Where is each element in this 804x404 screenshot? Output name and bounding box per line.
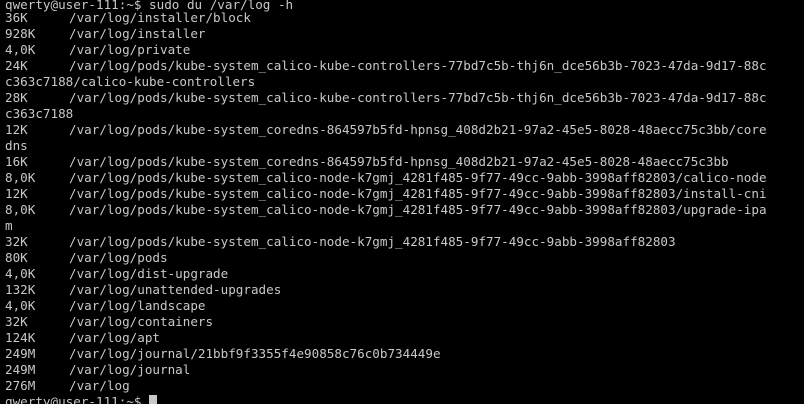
output-line: 12K/var/log/pods/kube-system_calico-node… [5,186,804,202]
size-value: 32K [5,234,28,249]
output-line: 249M/var/log/journal/21bbf9f3355f4e90858… [5,346,804,362]
output-line-wrap: m [5,218,804,234]
terminal-window[interactable]: qwerty@user-111:~$ sudo du /var/log -h 3… [0,0,804,404]
size-value: 28K [5,90,28,105]
output-line: 132K/var/log/unattended-upgrades [5,282,804,298]
path-wrap-text: dns [5,138,28,153]
path-text: /var/log/private [69,42,191,57]
output-line: 8,0K/var/log/pods/kube-system_calico-nod… [5,202,804,218]
path-text: /var/log/pods/kube-system_calico-node-k7… [69,202,767,217]
output-line-wrap: dns [5,138,804,154]
path-text: /var/log [69,378,130,393]
path-text: /var/log/journal/21bbf9f3355f4e90858c76c… [69,346,441,361]
path-text: /var/log/journal [69,362,191,377]
size-value: 12K [5,186,28,201]
path-wrap-text: c363c7188 [5,106,74,121]
size-value: 132K [5,282,36,297]
path-text: /var/log/pods/kube-system_calico-node-k7… [69,186,767,201]
output-line: 4,0K/var/log/private [5,42,804,58]
size-value: 4,0K [5,266,36,281]
path-text: /var/log/pods/kube-system_coredns-864597… [69,122,767,137]
path-text: /var/log/landscape [69,298,206,313]
output-line: 32K/var/log/pods/kube-system_calico-node… [5,234,804,250]
path-text: /var/log/unattended-upgrades [69,282,282,297]
size-value: 36K [5,10,28,25]
size-value: 24K [5,58,28,73]
size-value: 8,0K [5,170,36,185]
size-value: 928K [5,26,36,41]
output-line: 276M/var/log [5,378,804,394]
text-cursor [149,395,158,404]
output-line: 12K/var/log/pods/kube-system_coredns-864… [5,122,804,138]
size-value: 249M [5,346,36,361]
path-text: /var/log/pods/kube-system_calico-node-k7… [69,170,767,185]
output-line: 32K/var/log/containers [5,314,804,330]
path-text: /var/log/pods/kube-system_coredns-864597… [69,154,729,169]
trailing-prompt-line[interactable]: qwerty@user-111:~$ [5,394,804,404]
size-value: 80K [5,250,28,265]
size-value: 8,0K [5,202,36,217]
output-line: 4,0K/var/log/landscape [5,298,804,314]
path-text: /var/log/pods [69,250,168,265]
size-value: 16K [5,154,28,169]
size-value: 32K [5,314,28,329]
path-text: /var/log/apt [69,330,160,345]
command-output: 36K/var/log/installer/block 928K/var/log/… [5,10,804,394]
path-wrap-text: m [5,218,13,233]
path-text: /var/log/dist-upgrade [69,266,229,281]
path-text: /var/log/installer [69,26,206,41]
path-text: /var/log/pods/kube-system_calico-kube-co… [69,58,767,73]
path-text: /var/log/pods/kube-system_calico-node-k7… [69,234,676,249]
path-text: /var/log/installer/block [69,10,251,25]
size-value: 4,0K [5,42,36,57]
path-text: /var/log/containers [69,314,214,329]
size-value: 249M [5,362,36,377]
size-value: 4,0K [5,298,36,313]
output-line-wrap: c363c7188 [5,106,804,122]
output-line: 36K/var/log/installer/block [5,10,804,26]
size-value: 124K [5,330,36,345]
path-wrap-text: c363c7188/calico-kube-controllers [5,74,256,89]
size-value: 12K [5,122,28,137]
output-line: 249M/var/log/journal [5,362,804,378]
output-line: 4,0K/var/log/dist-upgrade [5,266,804,282]
output-line: 28K/var/log/pods/kube-system_calico-kube… [5,90,804,106]
size-value: 276M [5,378,36,393]
output-line: 16K/var/log/pods/kube-system_coredns-864… [5,154,804,170]
output-line: 928K/var/log/installer [5,26,804,42]
output-line: 124K/var/log/apt [5,330,804,346]
path-text: /var/log/pods/kube-system_calico-kube-co… [69,90,767,105]
output-line-wrap: c363c7188/calico-kube-controllers [5,74,804,90]
output-line: 80K/var/log/pods [5,250,804,266]
trailing-prompt-text: qwerty@user-111:~$ [5,394,150,404]
output-line: 24K/var/log/pods/kube-system_calico-kube… [5,58,804,74]
output-line: 8,0K/var/log/pods/kube-system_calico-nod… [5,170,804,186]
